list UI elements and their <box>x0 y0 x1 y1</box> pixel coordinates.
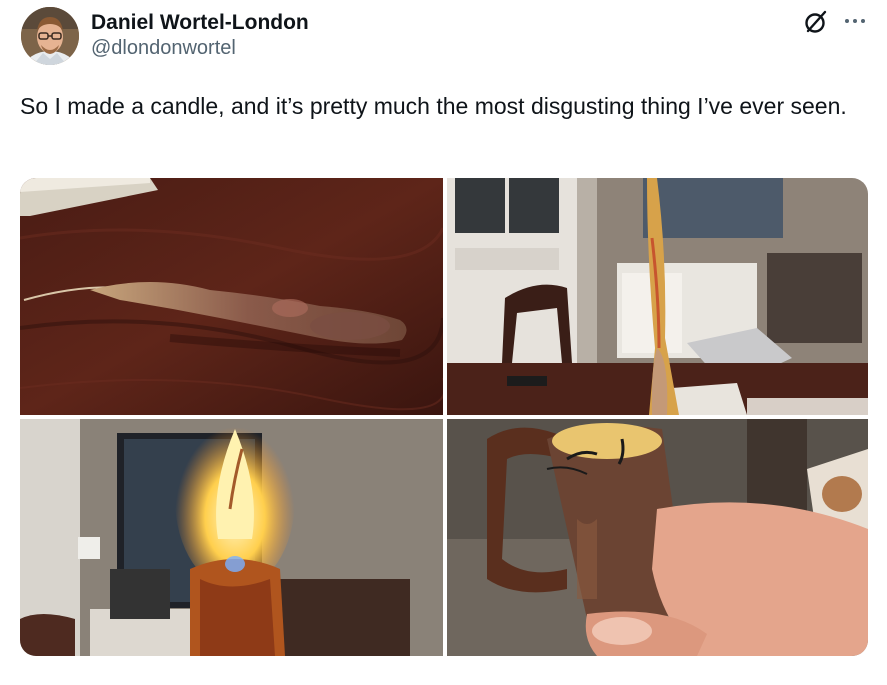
more-horizontal-icon[interactable] <box>842 8 868 34</box>
photo-candle-standing[interactable] <box>447 178 868 415</box>
photo-candle-burning[interactable] <box>20 419 443 656</box>
photo-candle-in-hand[interactable] <box>447 419 868 656</box>
tweet-text: So I made a candle, and it’s pretty much… <box>20 93 847 119</box>
display-name[interactable]: Daniel Wortel-London <box>91 10 309 35</box>
media-grid <box>20 178 868 656</box>
user-avatar-icon <box>21 7 79 65</box>
handle[interactable]: @dlondonwortel <box>91 35 309 61</box>
photo-candle-on-table[interactable] <box>20 178 443 415</box>
author-info[interactable]: Daniel Wortel-London @dlondonwortel <box>91 10 309 61</box>
avatar[interactable] <box>21 7 79 65</box>
grok-icon[interactable] <box>803 9 829 35</box>
